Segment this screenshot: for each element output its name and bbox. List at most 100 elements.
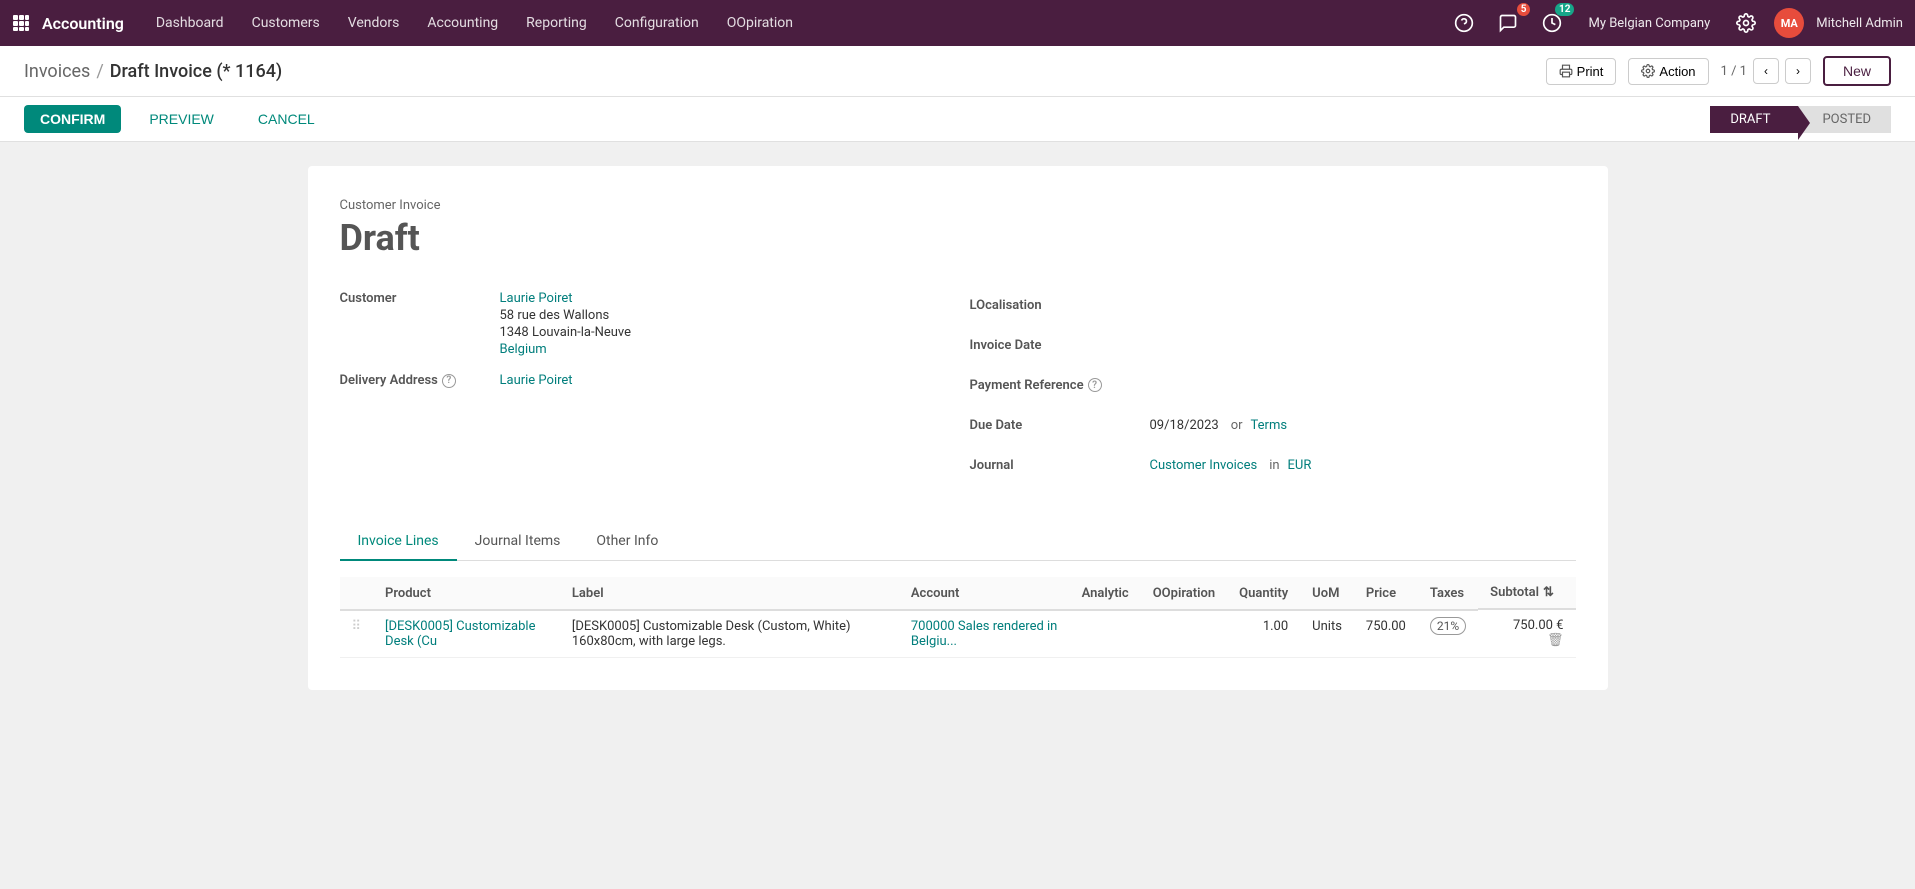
nav-vendors[interactable]: Vendors <box>336 9 412 37</box>
avatar[interactable]: MA <box>1774 8 1804 38</box>
due-date-value[interactable]: 09/18/2023 <box>1150 418 1219 433</box>
activity-badge: 12 <box>1555 3 1574 16</box>
or-terms: or Terms <box>1231 418 1287 433</box>
price-cell[interactable]: 750.00 <box>1354 610 1418 658</box>
quantity-cell[interactable]: 1.00 <box>1227 610 1300 658</box>
breadcrumb-current: Draft Invoice (* 1164) <box>110 61 282 82</box>
chat-icon[interactable]: 5 <box>1492 7 1524 39</box>
taxes-col-header: Taxes <box>1418 577 1478 610</box>
status-posted[interactable]: POSTED <box>1798 106 1891 133</box>
drag-handle-icon[interactable]: ⠿ <box>352 619 362 634</box>
customer-country[interactable]: Belgium <box>500 342 632 357</box>
localisation-label: LOcalisation <box>970 298 1150 313</box>
action-button[interactable]: Action <box>1628 58 1708 85</box>
invoice-status-title: Draft <box>340 217 1576 259</box>
subtotal-sort-icon[interactable]: ⇅ <box>1543 585 1554 600</box>
next-page-button[interactable]: › <box>1785 58 1811 84</box>
tabs: Invoice Lines Journal Items Other Info <box>340 523 1576 561</box>
prev-page-button[interactable]: ‹ <box>1753 58 1779 84</box>
tax-badge[interactable]: 21% <box>1430 617 1466 635</box>
company-name: My Belgian Company <box>1588 16 1710 31</box>
invoice-date-label: Invoice Date <box>970 338 1150 353</box>
breadcrumb-separator: / <box>96 61 103 82</box>
taxes-cell[interactable]: 21% <box>1418 610 1478 658</box>
status-bar: DRAFT POSTED <box>1710 106 1891 133</box>
customer-name[interactable]: Laurie Poiret <box>500 291 632 306</box>
currency-section: in EUR <box>1269 458 1311 473</box>
breadcrumb-bar: Invoices / Draft Invoice (* 1164) Print … <box>0 46 1915 97</box>
nav-dashboard[interactable]: Dashboard <box>144 9 236 37</box>
payment-ref-label: Payment Reference ? <box>970 378 1150 393</box>
tab-journal-items[interactable]: Journal Items <box>457 523 579 561</box>
delivery-field-row: Delivery Address ? Laurie Poiret <box>340 373 946 388</box>
drag-col-header <box>340 577 374 610</box>
customer-field-row: Customer Laurie Poiret 58 rue des Wallon… <box>340 291 946 357</box>
top-navigation: Accounting Dashboard Customers Vendors A… <box>0 0 1915 46</box>
settings-icon[interactable] <box>1730 7 1762 39</box>
analytic-col-header: Analytic <box>1070 577 1141 610</box>
nav-configuration[interactable]: Configuration <box>603 9 711 37</box>
tab-other-info[interactable]: Other Info <box>578 523 676 561</box>
delivery-label: Delivery Address ? <box>340 373 500 388</box>
customer-value-block: Laurie Poiret 58 rue des Wallons 1348 Lo… <box>500 291 632 357</box>
main-content: Customer Invoice Draft Customer Laurie P… <box>0 142 1915 889</box>
uom-cell[interactable]: Units <box>1300 610 1354 658</box>
nav-accounting[interactable]: Accounting <box>415 9 510 37</box>
journal-row: Journal Customer Invoices in EUR <box>970 451 1576 479</box>
subtotal-cell: 750.00 € 🗑 <box>1478 610 1575 658</box>
breadcrumb-actions: Print Action 1 / 1 ‹ › New <box>1546 56 1891 86</box>
label-cell[interactable]: [DESK0005] Customizable Desk (Custom, Wh… <box>560 610 899 658</box>
localisation-row: LOcalisation <box>970 291 1576 319</box>
terms-link[interactable]: Terms <box>1251 418 1288 433</box>
currency-value[interactable]: EUR <box>1288 458 1312 473</box>
customer-label: Customer <box>340 291 500 357</box>
account-link[interactable]: 700000 Sales rendered in Belgiu... <box>911 619 1058 649</box>
support-icon[interactable] <box>1448 7 1480 39</box>
pagination: 1 / 1 ‹ › <box>1721 58 1811 84</box>
quantity-col-header: Quantity <box>1227 577 1300 610</box>
user-name: Mitchell Admin <box>1816 16 1903 31</box>
product-col-header: Product <box>373 577 560 610</box>
journal-label: Journal <box>970 458 1150 473</box>
customer-section: Customer Laurie Poiret 58 rue des Wallon… <box>340 291 946 491</box>
delivery-help-icon[interactable]: ? <box>442 374 456 388</box>
right-fields: LOcalisation Invoice Date Payment Refere… <box>970 291 1576 491</box>
app-name[interactable]: Accounting <box>42 14 124 33</box>
oopiration-col-header: OOpiration <box>1141 577 1227 610</box>
table-row: ⠿ [DESK0005] Customizable Desk (Cu [DESK… <box>340 610 1576 658</box>
delivery-value[interactable]: Laurie Poiret <box>500 373 573 388</box>
delete-row-icon[interactable]: 🗑 <box>1547 633 1564 648</box>
product-cell: [DESK0005] Customizable Desk (Cu <box>373 610 560 658</box>
in-label: in <box>1269 458 1279 473</box>
confirm-button[interactable]: CONFIRM <box>24 105 121 133</box>
nav-reporting[interactable]: Reporting <box>514 9 599 37</box>
drag-handle-cell[interactable]: ⠿ <box>340 610 374 658</box>
chat-badge: 5 <box>1517 3 1531 16</box>
status-draft[interactable]: DRAFT <box>1710 106 1798 133</box>
nav-customers[interactable]: Customers <box>240 9 332 37</box>
invoice-date-row: Invoice Date <box>970 331 1576 359</box>
breadcrumb-parent[interactable]: Invoices <box>24 61 90 82</box>
clock-icon[interactable]: 12 <box>1536 7 1568 39</box>
journal-value[interactable]: Customer Invoices <box>1150 458 1258 473</box>
preview-button[interactable]: PREVIEW <box>133 105 230 133</box>
invoice-card: Customer Invoice Draft Customer Laurie P… <box>308 166 1608 690</box>
account-cell[interactable]: 700000 Sales rendered in Belgiu... <box>899 610 1070 658</box>
new-button[interactable]: New <box>1823 56 1891 86</box>
app-grid-icon[interactable] <box>12 14 30 32</box>
due-date-row: Due Date 09/18/2023 or Terms <box>970 411 1576 439</box>
product-link[interactable]: [DESK0005] Customizable Desk (Cu <box>385 619 535 649</box>
cancel-button[interactable]: CANCEL <box>242 105 331 133</box>
breadcrumb: Invoices / Draft Invoice (* 1164) <box>24 61 282 82</box>
payment-ref-help-icon[interactable]: ? <box>1088 378 1102 392</box>
customer-address2: 1348 Louvain-la-Neuve <box>500 325 632 340</box>
print-button[interactable]: Print <box>1546 58 1617 85</box>
analytic-cell[interactable] <box>1070 610 1141 658</box>
oopiration-cell[interactable] <box>1141 610 1227 658</box>
customer-address1: 58 rue des Wallons <box>500 308 632 323</box>
nav-oopiration[interactable]: OOpiration <box>715 9 805 37</box>
tab-invoice-lines[interactable]: Invoice Lines <box>340 523 457 561</box>
due-date-label: Due Date <box>970 418 1150 433</box>
table-header: Product Label Account Analytic OOpiratio… <box>340 577 1576 610</box>
invoice-table: Product Label Account Analytic OOpiratio… <box>340 577 1576 658</box>
